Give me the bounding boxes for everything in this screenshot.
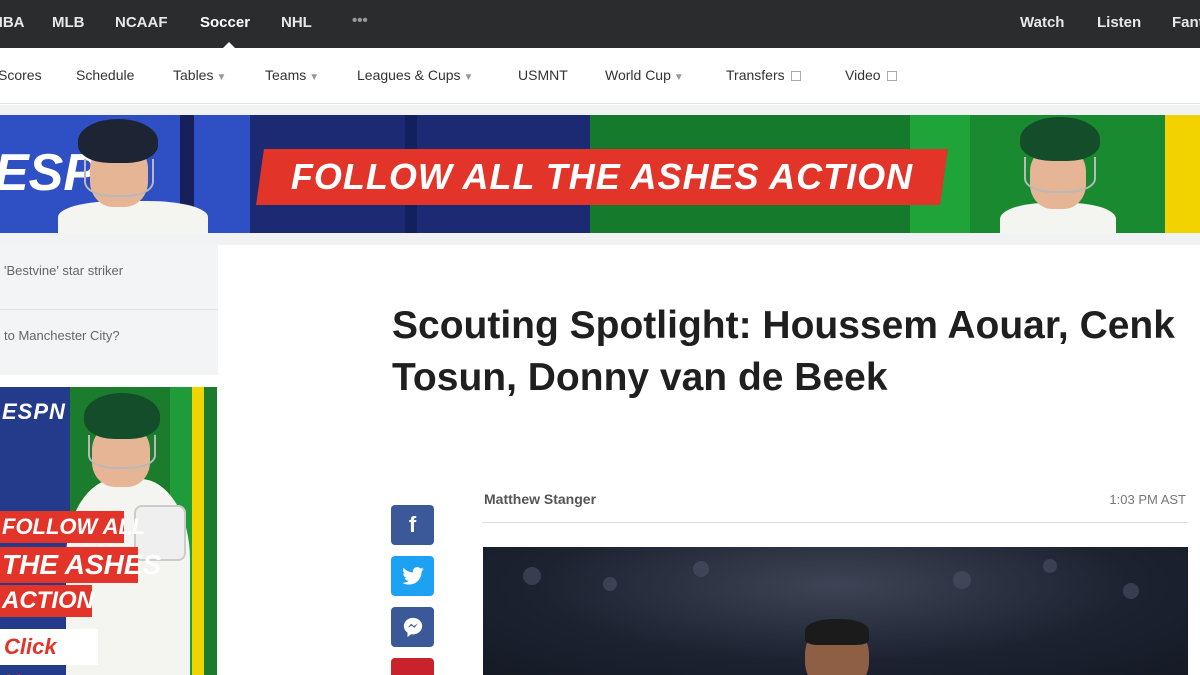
external-link-icon [790, 71, 801, 82]
subnav-item-tables[interactable]: Tables ▼ [173, 67, 226, 83]
article-author[interactable]: Matthew Stanger [484, 491, 596, 507]
espn-logo: ESPN [2, 399, 66, 424]
subnav-label: Leagues & Cups [357, 67, 461, 83]
nav-item-nba[interactable]: NBA [0, 14, 25, 31]
external-link-icon [886, 71, 897, 82]
subnav-label: Video [845, 67, 881, 83]
subnav-label: Scores [0, 67, 42, 83]
facebook-icon: f [408, 512, 417, 537]
nav-item-listen[interactable]: Listen [1097, 14, 1141, 31]
page-gutter [0, 233, 1200, 245]
subnav-item-leagues-cups[interactable]: Leagues & Cups ▼ [357, 67, 473, 83]
messenger-share-button[interactable] [391, 607, 434, 647]
nav-item-fantasy[interactable]: Fantasy [1172, 14, 1200, 31]
subnav-item-teams[interactable]: Teams ▼ [265, 67, 319, 83]
cricketer-image-right [1000, 115, 1120, 233]
sidebar-headlines: 'Bestvine' star striker to Manchester Ci… [0, 245, 218, 375]
cricketer-image-left [58, 115, 208, 233]
nav-item-soccer[interactable]: Soccer [200, 14, 250, 31]
page-gutter [0, 105, 1200, 115]
chevron-down-icon: ▼ [309, 72, 320, 83]
article-timestamp: 1:03 PM AST [1109, 492, 1186, 507]
more-icon[interactable]: ••• [352, 12, 368, 29]
chevron-down-icon: ▼ [216, 72, 227, 83]
article-hero-image[interactable] [483, 547, 1188, 675]
subnav-label: Teams [265, 67, 307, 83]
sidebar-headline-text: 'Bestvine' star striker [4, 263, 124, 278]
subnav-label: Tables [173, 67, 214, 83]
sidebar-headline-item[interactable]: 'Bestvine' star striker [0, 245, 218, 309]
banner-stripe [1165, 115, 1200, 233]
nav-item-nhl[interactable]: NHL [281, 14, 312, 31]
subnav-item-schedule[interactable]: Schedule [76, 67, 134, 83]
ad-stripe [192, 387, 204, 675]
sidebar-headline-item[interactable]: to Manchester City? [0, 309, 218, 373]
nav-item-mlb[interactable]: MLB [52, 14, 85, 31]
subnav-item-usmnt[interactable]: USMNT [518, 67, 568, 83]
article-headline: Scouting Spotlight: Houssem Aouar, Cenk … [392, 304, 1175, 399]
subnav-item-scores[interactable]: Scores [0, 67, 42, 83]
twitter-share-button[interactable] [391, 556, 434, 596]
banner-headline: FOLLOW ALL THE ASHES ACTION [290, 156, 914, 197]
subnav-label: Schedule [76, 67, 135, 83]
facebook-share-button[interactable]: f [391, 505, 434, 545]
nav-item-watch[interactable]: Watch [1020, 14, 1064, 31]
twitter-icon [401, 567, 424, 585]
ad-line-1: FOLLOW ALL [0, 511, 145, 543]
subnav-item-transfers[interactable]: Transfers [726, 67, 801, 83]
ashes-banner-ad[interactable]: ESPN FOLLOW ALL THE ASHES ACTION [0, 115, 1200, 233]
top-nav: NBA MLB NCAAF Soccer NHL ••• Watch Liste… [0, 0, 1200, 49]
subnav-label: USMNT [518, 67, 568, 83]
messenger-icon [403, 617, 422, 638]
subnav-label: World Cup [605, 67, 671, 83]
sub-nav: Scores Schedule Tables ▼ Teams ▼ Leagues &… [0, 48, 1200, 104]
nav-item-ncaaf[interactable]: NCAAF [115, 14, 168, 31]
pinterest-icon: p [407, 669, 418, 675]
sidebar-headline-text: to Manchester City? [4, 328, 120, 343]
subnav-item-video[interactable]: Video [845, 67, 897, 83]
player-hair [805, 619, 869, 645]
sidebar-ashes-ad[interactable]: ESPN FOLLOW ALL THE ASHES ACTION Click H… [0, 387, 217, 675]
ad-line-3: ACTION [0, 585, 94, 617]
chevron-down-icon: ▼ [673, 72, 684, 83]
pinterest-share-button[interactable]: p [391, 658, 434, 675]
byline-divider [482, 522, 1188, 523]
subnav-item-world-cup[interactable]: World Cup ▼ [605, 67, 684, 83]
chevron-down-icon: ▼ [463, 72, 474, 83]
subnav-label: Transfers [726, 67, 785, 83]
ad-line-2: THE ASHES [0, 547, 161, 583]
ad-click-here-button[interactable]: Click Here [0, 629, 98, 675]
